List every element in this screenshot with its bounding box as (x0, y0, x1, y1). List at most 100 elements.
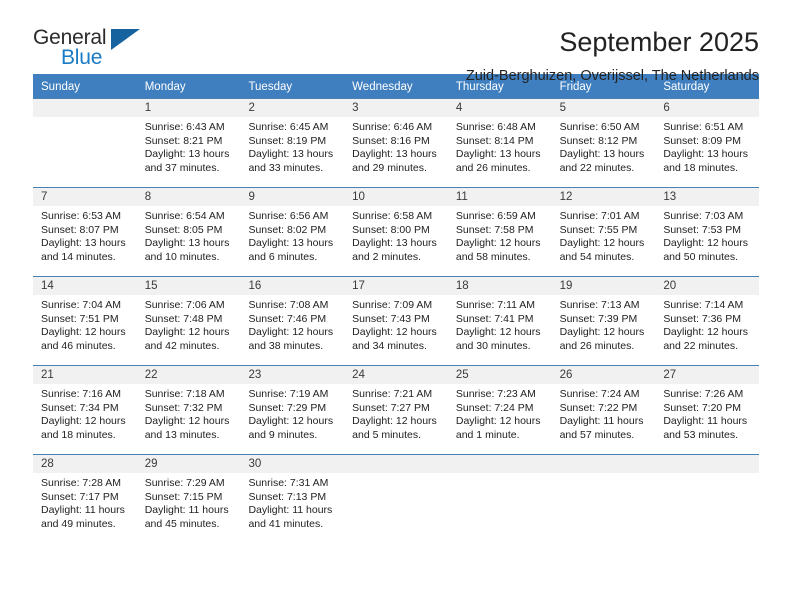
weekday-header-saturday: Saturday (663, 81, 710, 93)
weekday-header-thursday: Thursday (455, 81, 504, 93)
day-cell[interactable]: 2 Sunrise: 6:45 AM Sunset: 8:19 PM Dayli… (240, 99, 345, 187)
sunrise-line: Sunrise: 6:48 AM (455, 121, 536, 133)
day-cell[interactable]: 18 Sunrise: 7:11 AM Sunset: 7:41 PM Dayl… (447, 277, 552, 365)
day-number: 10 (344, 188, 448, 206)
day-details: Sunrise: 7:04 AM Sunset: 7:51 PM Dayligh… (33, 295, 137, 353)
day-cell[interactable]: 30 Sunrise: 7:31 AM Sunset: 7:13 PM Dayl… (240, 455, 345, 543)
day-number: 4 (447, 99, 552, 117)
daylight-line-2: and 58 minutes. (455, 250, 531, 263)
daylight-line-2: and 1 minute. (455, 428, 520, 441)
day-cell[interactable]: 20 Sunrise: 7:14 AM Sunset: 7:36 PM Dayl… (655, 277, 760, 365)
day-cell[interactable]: 3 Sunrise: 6:46 AM Sunset: 8:16 PM Dayli… (344, 99, 448, 187)
day-cell[interactable]: 4 Sunrise: 6:48 AM Sunset: 8:14 PM Dayli… (447, 99, 552, 187)
daylight-line-1: Daylight: 12 hours (41, 415, 126, 427)
sunset-line: Sunset: 7:27 PM (352, 401, 430, 414)
day-details: Sunrise: 6:53 AM Sunset: 8:07 PM Dayligh… (33, 206, 137, 264)
day-cell[interactable]: 19 Sunrise: 7:13 AM Sunset: 7:39 PM Dayl… (551, 277, 656, 365)
sunset-line: Sunset: 7:53 PM (663, 223, 741, 236)
day-cell[interactable]: 17 Sunrise: 7:09 AM Sunset: 7:43 PM Dayl… (344, 277, 448, 365)
sunset-line: Sunset: 7:13 PM (248, 490, 327, 503)
day-cell[interactable]: 29 Sunrise: 7:29 AM Sunset: 7:15 PM Dayl… (136, 455, 241, 543)
day-number: 13 (655, 188, 760, 206)
day-number: 19 (551, 277, 656, 295)
day-cell[interactable]: 10 Sunrise: 6:58 AM Sunset: 8:00 PM Dayl… (344, 188, 448, 276)
day-details: Sunrise: 6:58 AM Sunset: 8:00 PM Dayligh… (344, 206, 448, 264)
day-cell[interactable]: 15 Sunrise: 7:06 AM Sunset: 7:48 PM Dayl… (136, 277, 241, 365)
day-cell[interactable]: 9 Sunrise: 6:56 AM Sunset: 8:02 PM Dayli… (240, 188, 345, 276)
day-cell[interactable]: 8 Sunrise: 6:54 AM Sunset: 8:05 PM Dayli… (136, 188, 241, 276)
day-number (551, 455, 656, 473)
day-cell[interactable]: 23 Sunrise: 7:19 AM Sunset: 7:29 PM Dayl… (240, 366, 345, 454)
sunset-line: Sunset: 7:48 PM (144, 312, 223, 325)
sunrise-line: Sunrise: 7:01 AM (559, 210, 640, 222)
sunrise-line: Sunrise: 7:11 AM (455, 299, 536, 311)
day-details: Sunrise: 6:56 AM Sunset: 8:02 PM Dayligh… (240, 206, 344, 264)
weekday-header-monday: Monday (144, 81, 186, 93)
daylight-line-2: and 34 minutes. (352, 339, 427, 352)
day-cell[interactable]: 22 Sunrise: 7:18 AM Sunset: 7:32 PM Dayl… (136, 366, 241, 454)
daylight-line-1: Daylight: 12 hours (41, 326, 126, 338)
day-details: Sunrise: 7:21 AM Sunset: 7:27 PM Dayligh… (344, 384, 448, 442)
day-details: Sunrise: 7:23 AM Sunset: 7:24 PM Dayligh… (448, 384, 552, 442)
day-cell[interactable]: 11 Sunrise: 6:59 AM Sunset: 7:58 PM Dayl… (447, 188, 552, 276)
day-cell[interactable]: 26 Sunrise: 7:24 AM Sunset: 7:22 PM Dayl… (551, 366, 656, 454)
daylight-line-1: Daylight: 12 hours (144, 326, 230, 338)
day-cell[interactable] (344, 455, 448, 543)
page-title: September 2025 (559, 27, 759, 57)
day-cell[interactable]: 25 Sunrise: 7:23 AM Sunset: 7:24 PM Dayl… (447, 366, 552, 454)
day-cell[interactable]: 14 Sunrise: 7:04 AM Sunset: 7:51 PM Dayl… (33, 277, 137, 365)
daylight-line-2: and 46 minutes. (41, 339, 116, 352)
daylight-line-2: and 50 minutes. (663, 250, 739, 263)
day-number: 14 (33, 277, 137, 295)
day-details: Sunrise: 6:51 AM Sunset: 8:09 PM Dayligh… (655, 117, 759, 175)
day-details: Sunrise: 7:26 AM Sunset: 7:20 PM Dayligh… (655, 384, 759, 442)
day-cell[interactable]: 5 Sunrise: 6:50 AM Sunset: 8:12 PM Dayli… (551, 99, 656, 187)
sunrise-line: Sunrise: 7:04 AM (41, 299, 121, 311)
sunset-line: Sunset: 7:58 PM (455, 223, 534, 236)
daylight-line-2: and 6 minutes. (248, 250, 318, 263)
day-cell[interactable]: 16 Sunrise: 7:08 AM Sunset: 7:46 PM Dayl… (240, 277, 345, 365)
sunset-line: Sunset: 7:15 PM (144, 490, 223, 503)
day-cell[interactable]: 7 Sunrise: 6:53 AM Sunset: 8:07 PM Dayli… (33, 188, 137, 276)
general-blue-logo[interactable]: General Blue (33, 26, 153, 72)
sunrise-line: Sunrise: 6:50 AM (559, 121, 640, 133)
daylight-line-2: and 5 minutes. (352, 428, 422, 441)
day-number: 21 (33, 366, 137, 384)
day-number: 23 (240, 366, 345, 384)
daylight-line-1: Daylight: 11 hours (248, 504, 333, 516)
daylight-line-2: and 18 minutes. (663, 161, 739, 174)
daylight-line-2: and 41 minutes. (248, 517, 324, 530)
day-cell[interactable]: 28 Sunrise: 7:28 AM Sunset: 7:17 PM Dayl… (33, 455, 137, 543)
day-cell[interactable]: 27 Sunrise: 7:26 AM Sunset: 7:20 PM Dayl… (655, 366, 760, 454)
day-details: Sunrise: 7:06 AM Sunset: 7:48 PM Dayligh… (137, 295, 241, 353)
day-details: Sunrise: 7:24 AM Sunset: 7:22 PM Dayligh… (552, 384, 656, 442)
daylight-line-1: Daylight: 12 hours (559, 326, 645, 338)
sunset-line: Sunset: 7:34 PM (41, 401, 119, 414)
day-cell[interactable]: 6 Sunrise: 6:51 AM Sunset: 8:09 PM Dayli… (655, 99, 760, 187)
sunrise-line: Sunrise: 7:14 AM (663, 299, 744, 311)
day-cell[interactable] (33, 99, 137, 187)
day-details: Sunrise: 6:46 AM Sunset: 8:16 PM Dayligh… (344, 117, 448, 175)
logo-text-blue: Blue (61, 46, 103, 69)
day-number: 6 (655, 99, 760, 117)
day-number: 25 (447, 366, 552, 384)
day-cell[interactable]: 1 Sunrise: 6:43 AM Sunset: 8:21 PM Dayli… (136, 99, 241, 187)
sunset-line: Sunset: 8:00 PM (352, 223, 430, 236)
day-number: 1 (136, 99, 241, 117)
day-cell[interactable]: 12 Sunrise: 7:01 AM Sunset: 7:55 PM Dayl… (551, 188, 656, 276)
day-cell[interactable] (551, 455, 656, 543)
day-cell[interactable]: 24 Sunrise: 7:21 AM Sunset: 7:27 PM Dayl… (344, 366, 448, 454)
day-details: Sunrise: 6:48 AM Sunset: 8:14 PM Dayligh… (448, 117, 552, 175)
day-cell[interactable]: 13 Sunrise: 7:03 AM Sunset: 7:53 PM Dayl… (655, 188, 760, 276)
day-number: 3 (344, 99, 448, 117)
day-cell[interactable] (447, 455, 552, 543)
sunset-line: Sunset: 7:22 PM (559, 401, 638, 414)
sunset-line: Sunset: 8:12 PM (559, 134, 638, 147)
daylight-line-1: Daylight: 13 hours (663, 148, 748, 160)
day-cell[interactable] (655, 455, 760, 543)
day-number (655, 455, 760, 473)
calendar-page: General Blue September 2025 Zuid-Berghui… (0, 0, 792, 612)
day-number: 12 (551, 188, 656, 206)
day-number: 5 (551, 99, 656, 117)
day-cell[interactable]: 21 Sunrise: 7:16 AM Sunset: 7:34 PM Dayl… (33, 366, 137, 454)
